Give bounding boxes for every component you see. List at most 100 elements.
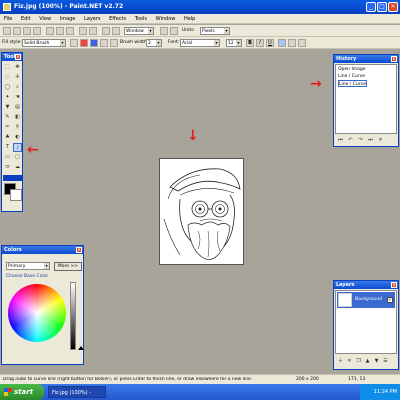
history-redo-icon[interactable]: ↷	[356, 136, 365, 145]
deselect-icon[interactable]	[89, 27, 97, 35]
menu-tools[interactable]: Tools	[131, 14, 150, 22]
text-icon[interactable]: T	[3, 143, 12, 152]
paste-icon[interactable]	[66, 27, 74, 35]
italic-button[interactable]: I	[256, 39, 264, 47]
recolor-icon[interactable]: ◐	[13, 133, 22, 142]
slider-handle-icon[interactable]	[78, 346, 84, 350]
save-icon[interactable]	[23, 27, 31, 35]
move-layer-up-icon[interactable]: ▲	[363, 357, 372, 366]
close-button[interactable]: ×	[388, 2, 398, 12]
font-dropdown[interactable]: Arial ▾	[180, 39, 220, 47]
layer-name: Background	[355, 297, 382, 302]
color-mode-dropdown[interactable]: Primary ▾	[6, 262, 50, 270]
colors-panel-close-icon[interactable]: ×	[76, 247, 82, 253]
start-button[interactable]: start	[0, 384, 44, 400]
history-item[interactable]: Open Image	[338, 66, 366, 73]
layer-row[interactable]: Background ✓	[337, 292, 395, 308]
chevron-down-icon: ▾	[148, 28, 153, 34]
open-icon[interactable]	[13, 27, 21, 35]
move-layer-down-icon[interactable]: ▼	[372, 357, 381, 366]
tools-panel-close-icon[interactable]: ×	[15, 54, 21, 60]
eraser-icon[interactable]: ◧	[13, 113, 22, 122]
antialias-icon[interactable]	[100, 39, 108, 47]
menu-help[interactable]: Help	[180, 14, 198, 22]
window-dropdown-value: Window	[126, 29, 144, 34]
line-curve-icon[interactable]: ∕	[13, 143, 22, 152]
align-right-icon[interactable]	[298, 39, 306, 47]
lasso-icon[interactable]: ◌	[3, 73, 12, 82]
brush-width-dropdown[interactable]: 2 ▾	[146, 39, 162, 47]
menu-effects[interactable]: Effects	[105, 14, 129, 22]
move-selection-icon[interactable]: ✢	[13, 73, 22, 82]
color-wheel[interactable]	[8, 284, 66, 342]
zoom-icon[interactable]: ⌕	[13, 83, 22, 92]
ruler-icon[interactable]	[170, 27, 178, 35]
underline-button[interactable]: U	[266, 39, 274, 47]
fill-style-dropdown[interactable]: Solid Brush ▾	[22, 39, 66, 47]
magic-wand-icon[interactable]: ✦	[3, 93, 12, 102]
clone-stamp-icon[interactable]: ♣	[3, 133, 12, 142]
shape-both-icon[interactable]	[90, 39, 98, 47]
more-colors-button[interactable]: More >>	[54, 262, 82, 271]
shape-fill-icon[interactable]	[80, 39, 88, 47]
menu-layers[interactable]: Layers	[80, 14, 104, 22]
layer-properties-icon[interactable]: ☰	[381, 357, 390, 366]
bold-button[interactable]: B	[246, 39, 254, 47]
menu-edit[interactable]: Edit	[17, 14, 34, 22]
layer-visible-checkbox[interactable]: ✓	[387, 297, 393, 303]
minimize-button[interactable]: _	[366, 2, 376, 12]
cut-icon[interactable]	[46, 27, 54, 35]
grid-icon[interactable]	[160, 27, 168, 35]
redo-icon[interactable]	[112, 27, 120, 35]
history-fastforward-icon[interactable]: ⏭	[366, 136, 375, 145]
paint-bucket-icon[interactable]: ▼	[3, 103, 12, 112]
rectangle-select-icon[interactable]: ⬚	[3, 63, 12, 72]
image-canvas[interactable]	[159, 158, 244, 265]
menu-file[interactable]: File	[0, 14, 15, 22]
history-panel-close-icon[interactable]: ×	[391, 56, 397, 62]
rectangle-icon[interactable]: ▭	[3, 153, 12, 162]
delete-layer-icon[interactable]: ✕	[345, 357, 354, 366]
history-item-selected[interactable]: Line / Curve	[338, 80, 368, 87]
window-dropdown[interactable]: Window ▾	[124, 27, 154, 35]
ellipse-icon[interactable]: ⬭	[3, 163, 12, 172]
duplicate-layer-icon[interactable]: ❐	[354, 357, 363, 366]
color-picker-icon[interactable]: ⚲	[13, 123, 22, 132]
units-dropdown[interactable]: Pixels ▾	[200, 27, 230, 35]
paintbrush-icon[interactable]: ✎	[3, 113, 12, 122]
pan-icon[interactable]: ☚	[13, 93, 22, 102]
alpha-blend-icon[interactable]	[110, 39, 118, 47]
taskbar-item-paintnet[interactable]: Fiz.jpg (100%) - Paint...	[48, 386, 106, 398]
history-rewind-icon[interactable]: ⏮	[336, 136, 345, 145]
pencil-icon[interactable]: ✏	[3, 123, 12, 132]
add-layer-icon[interactable]: ＋	[336, 357, 345, 366]
undo-icon[interactable]	[102, 27, 110, 35]
print-icon[interactable]	[33, 27, 41, 35]
copy-icon[interactable]	[56, 27, 64, 35]
crop-icon[interactable]	[79, 27, 87, 35]
font-size-dropdown[interactable]: 12 ▾	[226, 39, 242, 47]
layers-panel-close-icon[interactable]: ×	[391, 282, 397, 288]
brush-width-value: 2	[148, 41, 151, 46]
brightness-slider[interactable]	[70, 282, 76, 350]
menu-window[interactable]: Window	[152, 14, 179, 22]
align-left-icon[interactable]	[278, 39, 286, 47]
history-undo-icon[interactable]: ↶	[346, 136, 355, 145]
shape-outline-icon[interactable]	[70, 39, 78, 47]
move-icon[interactable]: ✥	[13, 63, 22, 72]
history-delete-icon[interactable]: ✕	[376, 136, 385, 145]
freeform-shape-icon[interactable]: ☁	[13, 163, 22, 172]
ellipse-select-icon[interactable]: ◯	[3, 83, 12, 92]
gradient-icon[interactable]: ▤	[13, 103, 22, 112]
image-drawing	[163, 168, 241, 260]
history-item[interactable]: Line / Curve	[338, 73, 365, 80]
rounded-rectangle-icon[interactable]: ▢	[13, 153, 22, 162]
maximize-button[interactable]: □	[377, 2, 387, 12]
history-panel-title: History ×	[334, 55, 398, 63]
new-icon[interactable]	[3, 27, 11, 35]
menu-view[interactable]: View	[35, 14, 54, 22]
secondary-color-swatch[interactable]	[10, 189, 22, 201]
menu-image[interactable]: Image	[56, 14, 79, 22]
align-center-icon[interactable]	[288, 39, 296, 47]
tools-panel-title: Tools ×	[2, 53, 22, 61]
